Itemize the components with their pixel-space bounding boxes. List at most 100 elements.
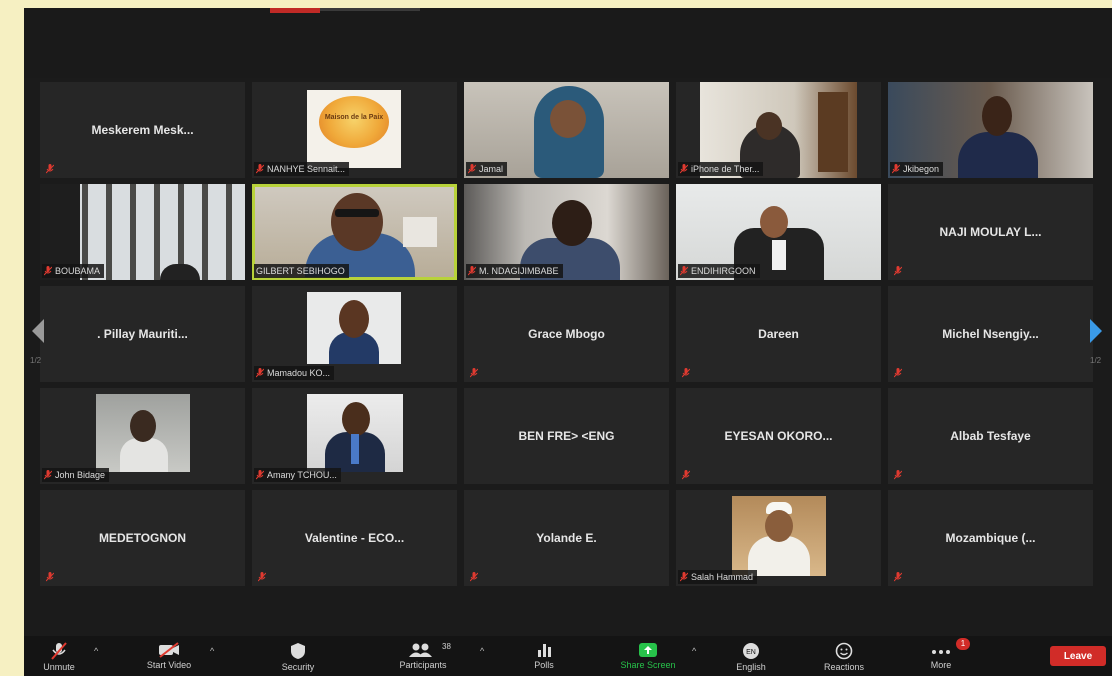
participant-tile[interactable]: Michel Nsengiy...	[888, 286, 1093, 382]
participant-tile[interactable]: Meskerem Mesk...	[40, 82, 245, 178]
unmute-label: Unmute	[43, 662, 75, 672]
participant-tile[interactable]: M. NDAGIJIMBABE	[464, 184, 669, 280]
share-screen-button[interactable]: Share Screen	[610, 636, 686, 676]
more-dots-icon	[932, 650, 950, 654]
audio-options-caret-icon[interactable]: ^	[94, 646, 98, 656]
muted-mic-icon	[44, 470, 52, 480]
video-options-caret-icon[interactable]: ^	[210, 646, 214, 656]
start-video-label: Start Video	[146, 660, 192, 670]
participant-tile[interactable]: Grace Mbogo	[464, 286, 669, 382]
participant-video	[96, 394, 190, 472]
share-options-caret-icon[interactable]: ^	[692, 646, 696, 656]
previous-page-arrow-icon[interactable]	[28, 316, 48, 346]
participant-tile[interactable]: Amany TCHOU...	[252, 388, 457, 484]
participant-tile[interactable]: BEN FRE> <ENG	[464, 388, 669, 484]
muted-microphone-icon	[51, 642, 67, 660]
participant-name: ENDIHIRGOON	[691, 266, 756, 276]
muted-mic-icon	[46, 572, 54, 582]
muted-mic-icon	[468, 164, 476, 174]
participant-tile[interactable]: John Bidage	[40, 388, 245, 484]
participant-name-label: Jkibegon	[890, 162, 944, 176]
participant-tile[interactable]: Yolande E.	[464, 490, 669, 586]
participant-name: Salah Hammad	[691, 572, 754, 582]
participant-video	[307, 394, 403, 472]
muted-mic-icon	[894, 572, 902, 582]
muted-mic-icon	[468, 266, 476, 276]
meeting-toolbar: Unmute ^ Start Video ^ Security Particip…	[24, 636, 1112, 676]
participant-tile[interactable]: Mozambique (...	[888, 490, 1093, 586]
video-off-icon	[159, 642, 179, 658]
participant-tile[interactable]: Mamadou KO...	[252, 286, 457, 382]
participant-tile[interactable]: Dareen	[676, 286, 881, 382]
muted-mic-icon	[892, 164, 900, 174]
participant-tile[interactable]: iPhone de Ther...	[676, 82, 881, 178]
leave-button[interactable]: Leave	[1050, 646, 1106, 666]
participant-tile[interactable]: ENDIHIRGOON	[676, 184, 881, 280]
participants-options-caret-icon[interactable]: ^	[480, 646, 484, 656]
muted-mic-icon	[682, 368, 690, 378]
participant-tile[interactable]: Valentine - ECO...	[252, 490, 457, 586]
shield-icon	[291, 643, 305, 659]
participant-name: Mamadou KO...	[267, 368, 331, 378]
reactions-button[interactable]: Reactions	[814, 636, 874, 676]
participant-name: NANHYE Sennait...	[267, 164, 346, 174]
participant-name: MEDETOGNON	[98, 531, 187, 545]
participant-name: NAJI MOULAY L...	[939, 225, 1042, 239]
participant-name: Yolande E.	[536, 531, 597, 545]
participant-name-label: M. NDAGIJIMBABE	[466, 264, 563, 278]
interpretation-button[interactable]: EN English	[726, 636, 776, 676]
participant-name: BOUBAMA	[55, 266, 101, 276]
english-label: English	[736, 662, 766, 672]
page-indicator-right: 1/2	[1090, 356, 1102, 365]
start-video-button[interactable]: Start Video	[134, 636, 204, 676]
unmute-button[interactable]: Unmute	[34, 636, 84, 676]
participant-tile[interactable]: Jkibegon	[888, 82, 1093, 178]
more-label: More	[930, 660, 952, 670]
participant-name: Dareen	[758, 327, 799, 341]
participant-tile[interactable]: EYESAN OKORO...	[676, 388, 881, 484]
participant-name: . Pillay Mauriti...	[97, 327, 188, 341]
participant-tile[interactable]: Albab Tesfaye	[888, 388, 1093, 484]
polls-button[interactable]: Polls	[524, 636, 564, 676]
participant-video	[732, 496, 826, 576]
participant-name: Albab Tesfaye	[950, 429, 1031, 443]
security-button[interactable]: Security	[270, 636, 326, 676]
muted-mic-icon	[682, 470, 690, 480]
participant-tile[interactable]: Jamal	[464, 82, 669, 178]
top-bar	[24, 8, 1112, 78]
muted-mic-icon	[894, 368, 902, 378]
next-page-arrow-icon[interactable]	[1086, 316, 1106, 346]
muted-mic-icon	[256, 164, 264, 174]
gallery-grid: Meskerem Mesk... Maison de la Paix NANHY…	[40, 82, 1093, 586]
participant-name: Amany TCHOU...	[267, 470, 337, 480]
participant-name-label: Amany TCHOU...	[254, 468, 341, 482]
muted-mic-icon	[470, 572, 478, 582]
participant-name-label: BOUBAMA	[42, 264, 105, 278]
muted-mic-icon	[470, 368, 478, 378]
participants-label: Participants	[399, 660, 447, 670]
muted-mic-icon	[894, 266, 902, 276]
active-speaker-tile[interactable]: GILBERT SEBIHOGO	[252, 184, 457, 280]
participant-tile[interactable]: Salah Hammad	[676, 490, 881, 586]
participant-tile[interactable]: . Pillay Mauriti...	[40, 286, 245, 382]
participant-name: Meskerem Mesk...	[91, 123, 194, 137]
muted-mic-icon	[680, 164, 688, 174]
muted-mic-icon	[894, 470, 902, 480]
participant-name: Valentine - ECO...	[304, 531, 405, 545]
muted-mic-icon	[258, 572, 266, 582]
zoom-meeting-window: Meskerem Mesk... Maison de la Paix NANHY…	[24, 8, 1112, 676]
share-screen-label: Share Screen	[620, 660, 676, 670]
muted-mic-icon	[46, 164, 54, 174]
bar-chart-icon	[538, 644, 551, 657]
muted-mic-icon	[680, 266, 688, 276]
participant-name: M. NDAGIJIMBABE	[479, 266, 559, 276]
top-bar-strip	[320, 8, 420, 11]
participant-name: John Bidage	[55, 470, 106, 480]
participant-tile[interactable]: Maison de la Paix NANHYE Sennait...	[252, 82, 457, 178]
svg-text:EN: EN	[746, 649, 756, 656]
participant-tile[interactable]: BOUBAMA	[40, 184, 245, 280]
participant-tile[interactable]: NAJI MOULAY L...	[888, 184, 1093, 280]
participant-name-label: Jamal	[466, 162, 508, 176]
participants-icon	[409, 643, 432, 657]
participant-tile[interactable]: MEDETOGNON	[40, 490, 245, 586]
